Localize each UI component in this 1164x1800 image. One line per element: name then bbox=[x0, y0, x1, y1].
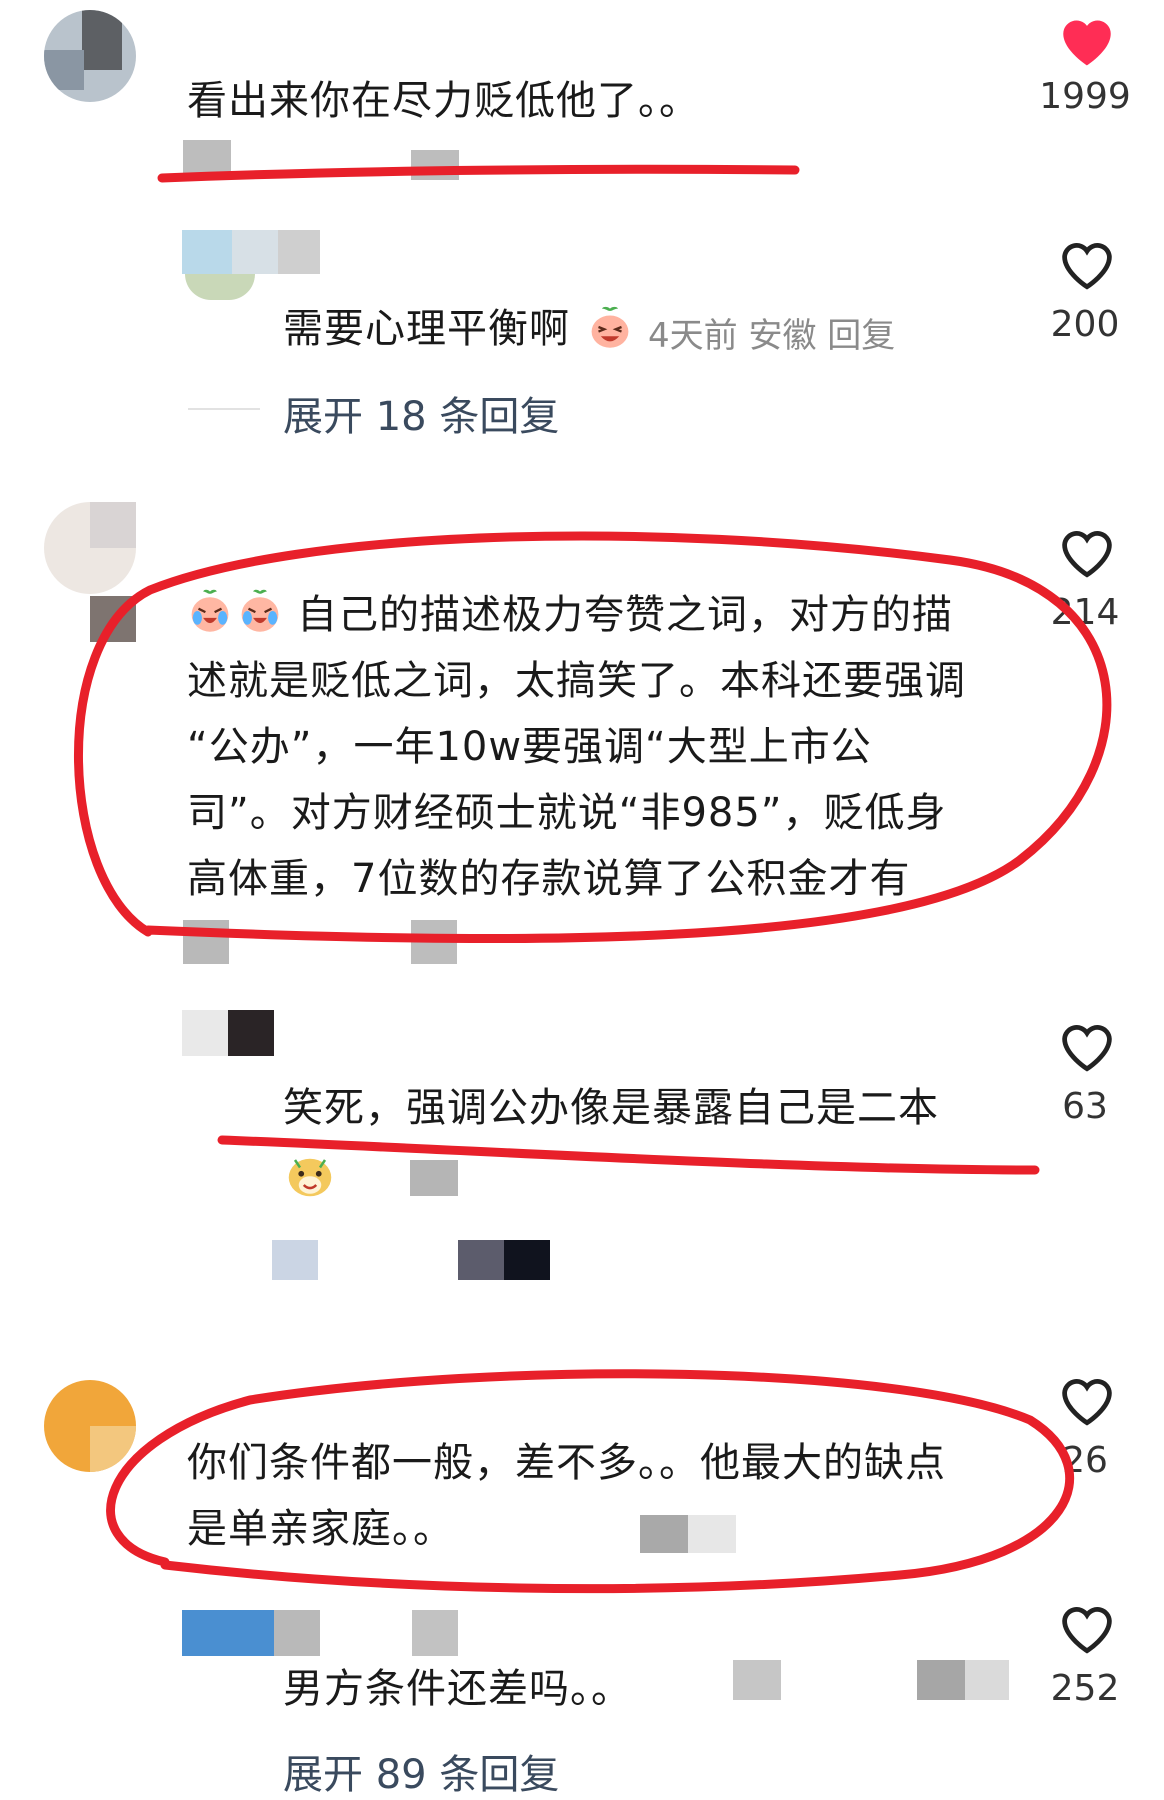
blurred-meta bbox=[411, 920, 457, 964]
blurred-meta bbox=[272, 1240, 318, 1280]
blurred-meta bbox=[917, 1660, 965, 1700]
blurred-meta bbox=[688, 1515, 736, 1553]
reply-meta[interactable]: 4天前 安徽 回复 bbox=[648, 308, 895, 357]
like-count: 200 bbox=[1050, 304, 1120, 345]
comment-text-line: 司”。对方财经硕士就说“非985”，贬低身 bbox=[187, 790, 947, 836]
heart-icon[interactable] bbox=[1055, 1370, 1119, 1428]
expand-replies-button[interactable]: 展开 18 条回复 bbox=[283, 384, 559, 442]
comment-text-line: “公办”，一年10w要强调“大型上市公 bbox=[187, 724, 872, 770]
laugh-cry-emoji bbox=[237, 588, 283, 634]
blurred-meta bbox=[504, 1240, 550, 1280]
heart-icon[interactable] bbox=[1055, 234, 1119, 292]
dog-emoji bbox=[285, 1150, 335, 1200]
peach-laugh-emoji bbox=[587, 304, 633, 350]
comment-text-line: 述就是贬低之词，太搞笑了。本科还要强调 bbox=[187, 658, 966, 704]
heart-icon[interactable] bbox=[1055, 522, 1119, 580]
comment-text-line: 高体重，7位数的存款说算了公积金才有 bbox=[187, 856, 911, 902]
like-count: 252 bbox=[1050, 1668, 1120, 1709]
like-count: 63 bbox=[1062, 1086, 1108, 1127]
heart-filled-icon[interactable] bbox=[1055, 10, 1119, 68]
reply-text: 需要心理平衡啊 bbox=[283, 306, 570, 352]
comment-text-line: 是单亲家庭。。 bbox=[187, 1506, 454, 1552]
like-count: 26 bbox=[1062, 1440, 1108, 1481]
laugh-cry-emoji bbox=[187, 588, 233, 634]
comment-text-line: 你们条件都一般，差不多。。他最大的缺点 bbox=[187, 1440, 946, 1486]
comment-text-line: 自己的描述极力夸赞之词，对方的描 bbox=[297, 592, 953, 638]
avatar[interactable] bbox=[182, 1610, 274, 1656]
blurred-meta bbox=[458, 1240, 504, 1280]
reply-text: 笑死，强调公办像是暴露自己是二本 bbox=[283, 1085, 939, 1131]
avatar[interactable] bbox=[44, 1380, 136, 1472]
avatar[interactable] bbox=[182, 230, 232, 274]
blurred-meta bbox=[733, 1660, 781, 1700]
heart-icon[interactable] bbox=[1055, 1598, 1119, 1656]
like-count: 214 bbox=[1050, 592, 1120, 633]
blurred-meta bbox=[183, 920, 229, 964]
blurred-meta bbox=[965, 1660, 1009, 1700]
comment-text: 看出来你在尽力贬低他了。。 bbox=[187, 78, 700, 124]
blurred-meta bbox=[640, 1515, 688, 1553]
avatar[interactable] bbox=[44, 10, 136, 102]
blurred-meta bbox=[411, 150, 459, 180]
avatar[interactable] bbox=[182, 1010, 228, 1056]
heart-icon[interactable] bbox=[1055, 1016, 1119, 1074]
blurred-meta bbox=[183, 140, 231, 176]
reply-text: 男方条件还差吗。。 bbox=[283, 1666, 632, 1712]
like-count: 1999 bbox=[1039, 76, 1131, 117]
expand-divider bbox=[188, 408, 260, 410]
expand-replies-button[interactable]: 展开 89 条回复 bbox=[283, 1742, 559, 1800]
blurred-meta bbox=[410, 1160, 458, 1196]
